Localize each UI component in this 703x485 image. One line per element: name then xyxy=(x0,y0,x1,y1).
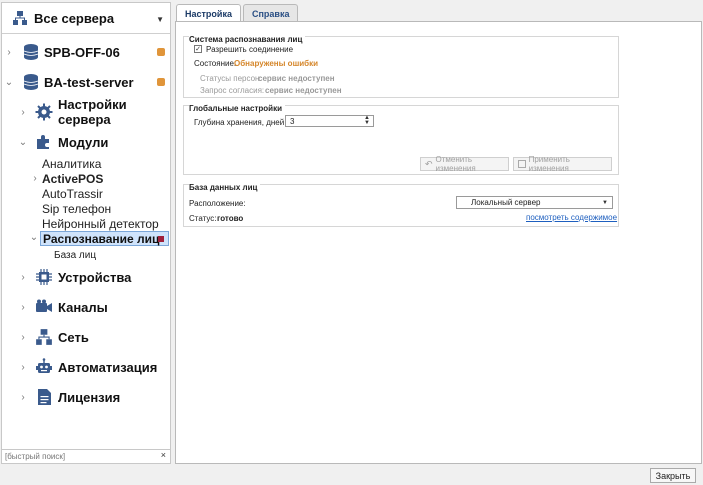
document-icon xyxy=(38,389,51,405)
tree-item-label: Каналы xyxy=(58,299,108,315)
chevron-right-icon[interactable]: › xyxy=(18,107,28,118)
tree-item-ba-test-server[interactable]: ⌄ BA-test-server xyxy=(2,70,170,94)
stepper-arrows-icon[interactable]: ▲ ▼ xyxy=(364,115,370,126)
tree-item-server-settings[interactable]: › Настройки сервера xyxy=(2,97,170,127)
settings-panel: Система распознавания лиц ✓ Разрешить со… xyxy=(175,21,702,464)
tree-item-label: Устройства xyxy=(58,269,132,285)
video-camera-icon xyxy=(36,299,52,312)
tree-item-label: Лицензия xyxy=(58,389,121,405)
global-settings-group: Глобальные настройки Глубина хранения, д… xyxy=(183,104,619,175)
tree-item-label: SPB-OFF-06 xyxy=(44,44,120,60)
tree-item-label: ActivePOS xyxy=(42,171,104,186)
tree-item-analytics[interactable]: Аналитика xyxy=(2,156,170,171)
chevron-right-icon[interactable]: › xyxy=(4,47,14,58)
state-value: Обнаружены ошибки xyxy=(234,59,319,68)
server-select-dropdown[interactable]: Все сервера ▼ xyxy=(2,3,170,34)
tree-item-label: Аналитика xyxy=(42,156,102,171)
tree-item-label: Распознавание лиц xyxy=(43,231,160,246)
tree-item-label: Автоматизация xyxy=(58,359,158,375)
cancel-changes-label: Отменить изменения xyxy=(435,155,476,173)
undo-icon: ↶ xyxy=(425,158,433,169)
chevron-right-icon[interactable]: › xyxy=(18,362,28,373)
close-button[interactable]: Закрыть xyxy=(650,468,696,483)
tree-item-spb-off-06[interactable]: › SPB-OFF-06 xyxy=(2,40,170,64)
chevron-right-icon[interactable]: › xyxy=(18,302,28,313)
tree-item-label: База лиц xyxy=(54,249,97,261)
tree-item-label: Нейронный детектор xyxy=(42,216,159,231)
allow-connection-label: Разрешить соединение xyxy=(206,45,294,54)
chip-icon xyxy=(36,269,52,285)
tree-item-license[interactable]: › Лицензия xyxy=(2,386,170,408)
network-icon xyxy=(36,329,52,345)
chevron-down-icon: ▼ xyxy=(156,15,164,24)
server-icon xyxy=(23,44,39,60)
persons-status-label: Статусы персон: xyxy=(200,74,262,83)
sidebar: Все сервера ▼ › SPB-OFF-06 ⌄ BA-test-ser… xyxy=(1,2,171,464)
depth-value: 3 xyxy=(290,116,295,126)
gear-icon xyxy=(35,103,53,121)
tab-bar: Настройка Справка xyxy=(176,4,300,23)
tree-item-label: Sip телефон xyxy=(42,201,112,216)
tree-item-modules[interactable]: ⌄ Модули xyxy=(2,131,170,153)
tree-item-channels[interactable]: › Каналы xyxy=(2,296,170,318)
save-icon xyxy=(518,160,526,168)
depth-label: Глубина хранения, дней xyxy=(194,118,285,127)
persons-status-value: сервис недоступен xyxy=(258,74,335,83)
tree-item-network[interactable]: › Сеть xyxy=(2,326,170,348)
clear-search-icon[interactable]: × xyxy=(161,450,166,460)
cancel-changes-button[interactable]: ↶ Отменить изменения xyxy=(420,155,509,173)
server-icon xyxy=(23,74,39,90)
tree-item-sip-phone[interactable]: Sip телефон xyxy=(2,201,170,216)
apply-changes-label: Применить изменения xyxy=(528,155,570,173)
consent-value: сервис недоступен xyxy=(265,86,342,95)
status-marker-icon xyxy=(158,236,164,242)
warning-badge-icon xyxy=(157,48,165,56)
tree-item-autotrassir[interactable]: AutoTrassir xyxy=(2,186,170,201)
face-db-group: База данных лиц Расположение: Локальный … xyxy=(183,183,619,227)
db-status-value: готово xyxy=(217,214,244,223)
chevron-down-icon[interactable]: ⌄ xyxy=(18,137,28,148)
chevron-right-icon[interactable]: › xyxy=(18,392,28,403)
apply-changes-button[interactable]: Применить изменения xyxy=(513,155,612,173)
group-title: База данных лиц xyxy=(189,183,261,192)
tree-item-label: BA-test-server xyxy=(44,74,134,90)
location-value: Локальный сервер xyxy=(471,198,541,207)
allow-connection-checkbox[interactable]: ✓ xyxy=(194,45,202,53)
tree-item-face-recognition[interactable]: Распознавание лиц xyxy=(40,231,169,246)
chevron-down-icon[interactable]: ⌄ xyxy=(29,232,39,243)
quick-search-input[interactable] xyxy=(2,450,152,463)
group-title: Глобальные настройки xyxy=(189,104,285,113)
depth-stepper[interactable]: 3 ▲ ▼ xyxy=(285,115,374,127)
chevron-down-icon: ▼ xyxy=(602,200,608,206)
tree-item-automation[interactable]: › Автоматизация xyxy=(2,356,170,378)
tree-item-face-base[interactable]: База лиц xyxy=(2,248,170,262)
warning-badge-icon xyxy=(157,78,165,86)
db-status-label: Статус: xyxy=(189,214,217,223)
view-contents-link[interactable]: посмотреть содержимое xyxy=(526,213,617,222)
network-icon xyxy=(13,11,27,25)
tree-item-label: Модули xyxy=(58,134,109,150)
face-system-group: Система распознавания лиц ✓ Разрешить со… xyxy=(183,35,619,98)
location-label: Расположение: xyxy=(189,199,246,208)
chevron-right-icon[interactable]: › xyxy=(18,272,28,283)
group-title: Система распознавания лиц xyxy=(189,35,306,44)
tree-item-neural-detector[interactable]: Нейронный детектор xyxy=(2,216,170,231)
tree-item-activepos[interactable]: › ActivePOS xyxy=(2,171,170,186)
tab-help[interactable]: Справка xyxy=(242,4,299,22)
puzzle-icon xyxy=(37,135,49,149)
chevron-right-icon[interactable]: › xyxy=(18,332,28,343)
tree-item-devices[interactable]: › Устройства xyxy=(2,266,170,288)
server-select-label: Все сервера xyxy=(34,10,115,26)
consent-label: Запрос согласия: xyxy=(200,86,265,95)
tree-item-label: Сеть xyxy=(58,329,89,345)
chevron-down-icon[interactable]: ⌄ xyxy=(4,77,14,88)
tree-item-label: Настройки сервера xyxy=(58,97,127,127)
location-dropdown[interactable]: Локальный сервер ▼ xyxy=(456,196,613,209)
robot-icon xyxy=(36,358,52,373)
tree-item-label: AutoTrassir xyxy=(42,186,103,201)
state-label: Состояние: xyxy=(194,59,237,68)
chevron-right-icon[interactable]: › xyxy=(30,173,40,184)
quick-search: × xyxy=(2,449,170,463)
